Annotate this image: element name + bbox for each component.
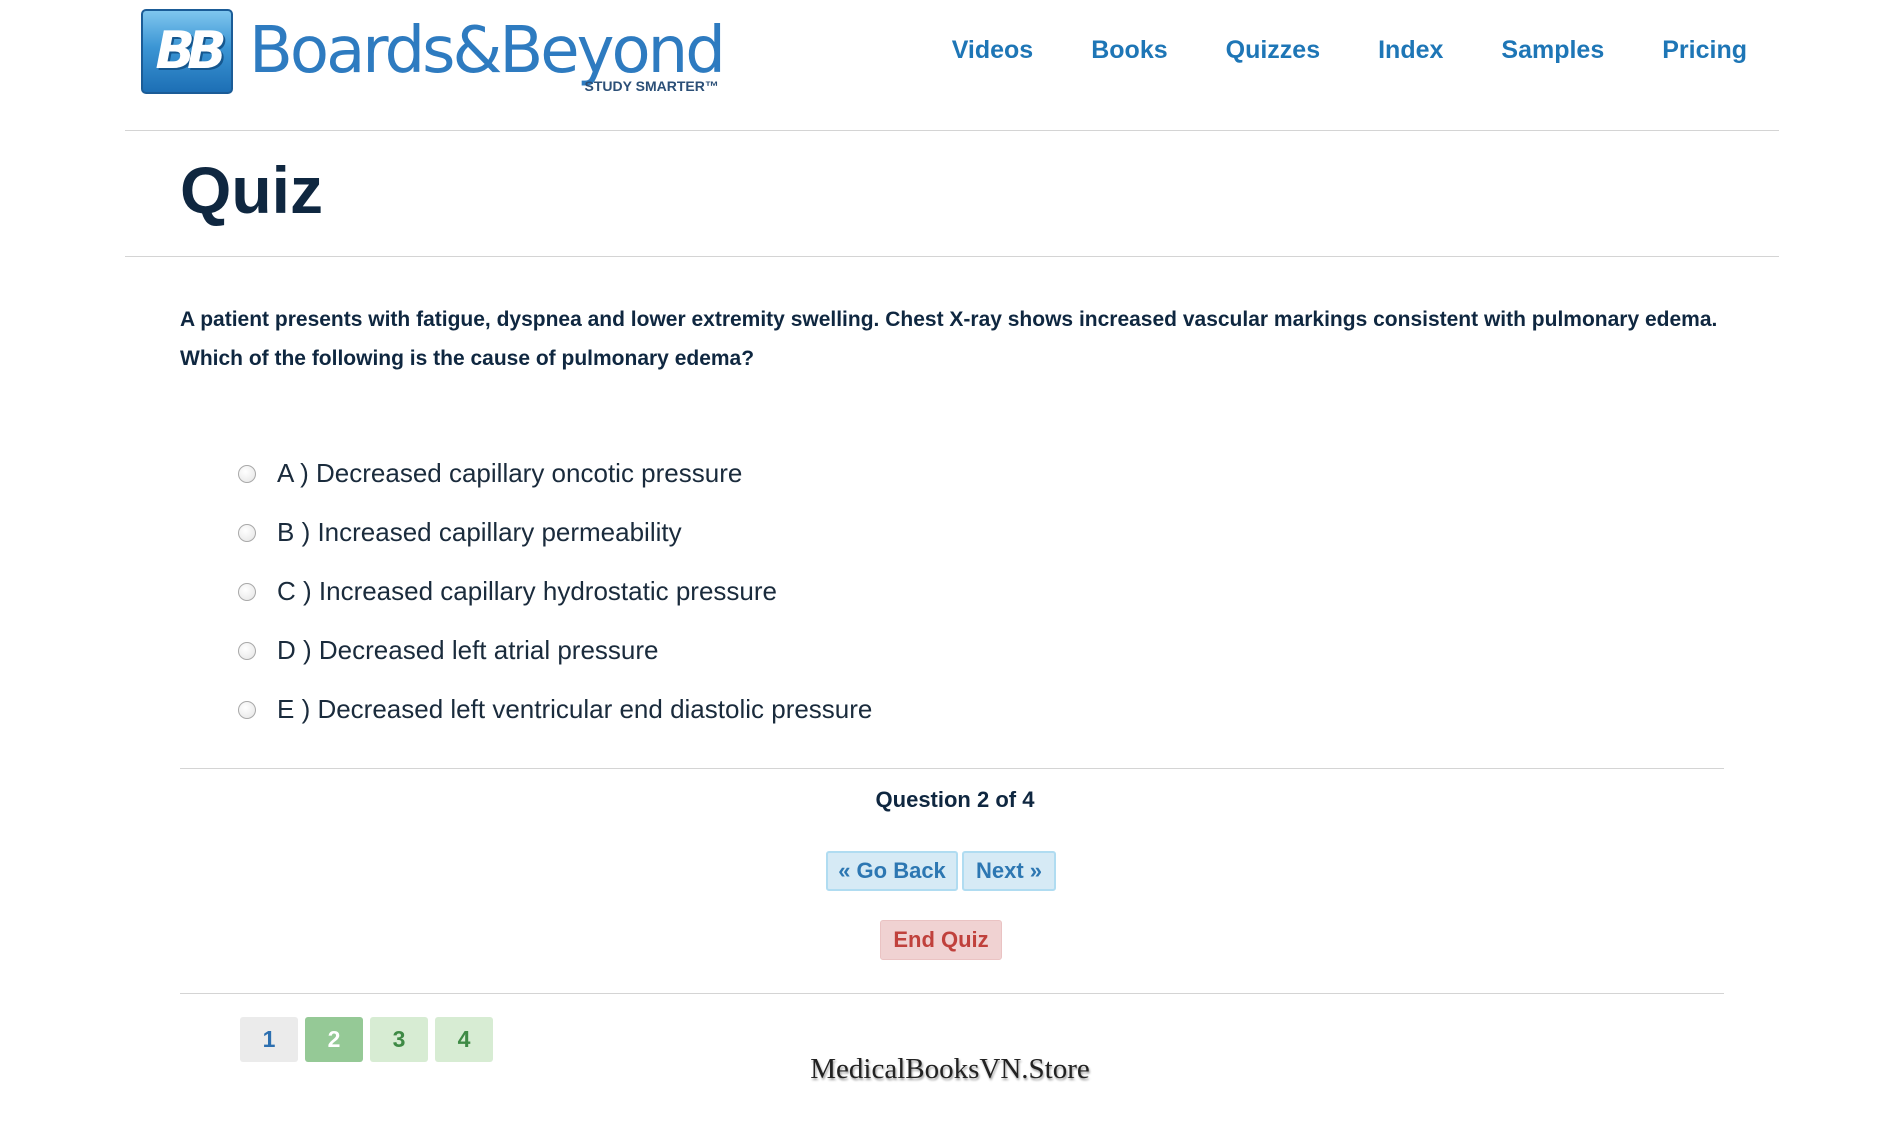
option-label: A ) Decreased capillary oncotic pressure	[277, 458, 743, 488]
page-2-button[interactable]: 2	[305, 1017, 363, 1062]
radio-button[interactable]	[238, 523, 256, 542]
radio-button[interactable]	[238, 464, 256, 483]
radio-button[interactable]	[238, 641, 256, 660]
next-button[interactable]: Next »	[962, 851, 1056, 891]
logo-badge: BB	[141, 8, 233, 94]
logo-wordmark: Boards&Beyond STUDY SMARTER™	[249, 6, 726, 96]
answer-options: A ) Decreased capillary oncotic pressure…	[238, 444, 872, 739]
page-4-button[interactable]: 4	[435, 1017, 493, 1062]
option-a[interactable]: A ) Decreased capillary oncotic pressure	[238, 444, 872, 503]
title-divider	[125, 256, 1779, 257]
option-label: C ) Increased capillary hydrostatic pres…	[277, 576, 777, 606]
brand-tagline: STUDY SMARTER™	[584, 78, 719, 94]
end-quiz-button[interactable]: End Quiz	[880, 920, 1002, 960]
option-label: E ) Decreased left ventricular end diast…	[277, 694, 873, 724]
question-stem: A patient presents with fatigue, dyspnea…	[180, 308, 1718, 370]
page-title: Quiz	[180, 153, 323, 227]
site-header: BB Boards&Beyond STUDY SMARTER™ Videos B…	[0, 0, 1899, 130]
nav-index[interactable]: Index	[1378, 36, 1443, 65]
watermark: MedicalBooksVN.Store	[810, 1053, 1090, 1085]
radio-button[interactable]	[238, 582, 256, 601]
nav-samples[interactable]: Samples	[1501, 36, 1604, 65]
nav-books[interactable]: Books	[1091, 36, 1167, 65]
option-d[interactable]: D ) Decreased left atrial pressure	[238, 621, 872, 680]
options-divider	[180, 768, 1724, 769]
main-nav: Videos Books Quizzes Index Samples Prici…	[894, 36, 1747, 65]
option-c[interactable]: C ) Increased capillary hydrostatic pres…	[238, 562, 872, 621]
option-b[interactable]: B ) Increased capillary permeability	[238, 503, 872, 562]
page-3-button[interactable]: 3	[370, 1017, 428, 1062]
header-divider	[125, 130, 1779, 131]
option-e[interactable]: E ) Decreased left ventricular end diast…	[238, 680, 872, 739]
brand-logo[interactable]: BB Boards&Beyond STUDY SMARTER™	[141, 6, 726, 96]
go-back-button[interactable]: « Go Back	[826, 851, 958, 891]
radio-button[interactable]	[238, 700, 256, 719]
page-1-button[interactable]: 1	[240, 1017, 298, 1062]
nav-quizzes[interactable]: Quizzes	[1226, 36, 1320, 65]
nav-videos[interactable]: Videos	[952, 36, 1034, 65]
option-label: B ) Increased capillary permeability	[277, 517, 682, 547]
pager-divider	[180, 993, 1724, 994]
option-label: D ) Decreased left atrial pressure	[277, 635, 659, 665]
question-progress: Question 2 of 4	[875, 787, 1035, 812]
question-pager: 1 2 3 4	[240, 1017, 500, 1062]
nav-pricing[interactable]: Pricing	[1662, 36, 1747, 65]
